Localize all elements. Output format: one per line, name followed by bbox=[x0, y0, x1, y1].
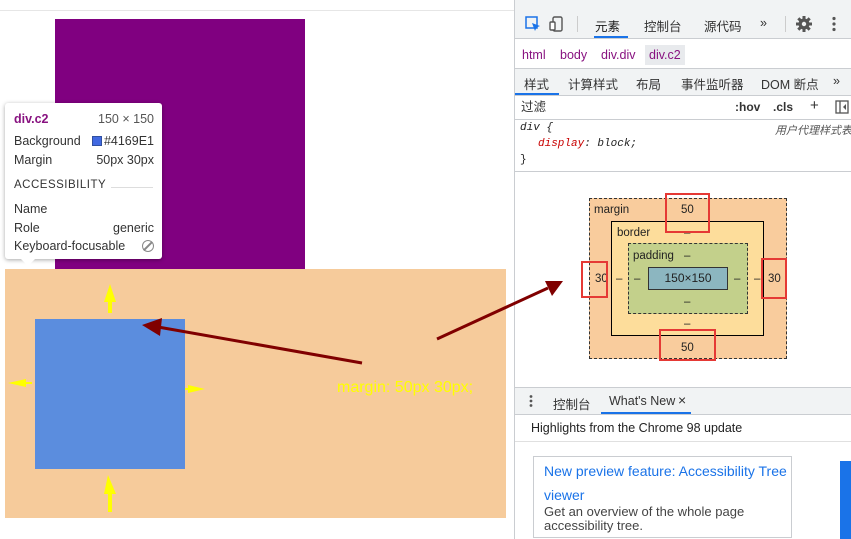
more-tabs-button[interactable]: » bbox=[760, 16, 767, 30]
padding-left-value[interactable]: – bbox=[634, 273, 640, 285]
drawer-tabbar: 控制台 What's New × bbox=[515, 387, 851, 415]
toolbar-separator bbox=[577, 16, 578, 32]
card-description: Get an overview of the whole page access… bbox=[544, 504, 745, 533]
div-c2-box[interactable] bbox=[35, 319, 185, 469]
toolbar-separator bbox=[785, 16, 786, 32]
active-tab-indicator bbox=[594, 36, 628, 38]
drawer-tab-console[interactable]: 控制台 bbox=[553, 394, 591, 413]
rule-property-value: block; bbox=[597, 138, 638, 150]
tooltip-margin-label: Margin bbox=[14, 153, 53, 167]
css-rule-block: div { 用户代理样式表 display: block; } bbox=[520, 122, 851, 170]
padding-top-value[interactable]: – bbox=[684, 250, 690, 262]
gear-icon[interactable] bbox=[795, 15, 813, 33]
cls-button[interactable]: .cls bbox=[773, 100, 793, 114]
box-model-padding-label: padding bbox=[633, 250, 674, 262]
tab-console[interactable]: 控制台 bbox=[644, 16, 682, 35]
blocked-icon bbox=[142, 240, 154, 252]
inspect-cursor-icon[interactable] bbox=[524, 15, 542, 33]
page-viewport: margin: 50px 30px; div.c2 150 × 150 Back… bbox=[0, 0, 514, 539]
card-title-link[interactable]: New preview feature: Accessibility Tree … bbox=[544, 459, 789, 507]
rule-selector[interactable]: div { bbox=[520, 122, 553, 134]
section-divider bbox=[515, 441, 851, 442]
rule-close-brace: } bbox=[520, 154, 527, 166]
subtab-styles[interactable]: 样式 bbox=[524, 74, 549, 93]
highlight-margin-bottom bbox=[659, 329, 716, 361]
kebab-menu-icon[interactable] bbox=[525, 394, 537, 408]
subtab-layout[interactable]: 布局 bbox=[636, 74, 661, 93]
tooltip-name-label: Name bbox=[14, 202, 48, 216]
tooltip-accessibility-heading: ACCESSIBILITY bbox=[14, 179, 107, 191]
devtools-toolbar: 元素 控制台 源代码 » bbox=[515, 10, 851, 39]
tooltip-role-label: Role bbox=[14, 221, 40, 235]
breadcrumb-html[interactable]: html bbox=[522, 48, 546, 62]
whats-new-card[interactable]: New preview feature: Accessibility Tree … bbox=[533, 456, 792, 538]
page-top-border bbox=[0, 10, 514, 11]
rule-origin: 用户代理样式表 bbox=[775, 125, 851, 137]
tooltip-size: 150 × 150 bbox=[98, 112, 154, 126]
toggle-sidebar-icon[interactable] bbox=[835, 100, 849, 114]
tooltip-divider bbox=[111, 187, 153, 188]
border-left-value[interactable]: – bbox=[616, 273, 622, 285]
active-drawer-tab-indicator bbox=[601, 412, 691, 414]
breadcrumb-body[interactable]: body bbox=[560, 48, 587, 62]
rule-declaration[interactable]: display: block; bbox=[538, 138, 637, 150]
subtab-more-button[interactable]: » bbox=[833, 74, 840, 88]
tooltip-margin-value: 50px 30px bbox=[96, 153, 154, 167]
add-rule-button[interactable]: + bbox=[810, 97, 819, 114]
tab-elements[interactable]: 元素 bbox=[595, 16, 620, 35]
styles-subtabs: 样式 计算样式 布局 事件监听器 DOM 断点 » bbox=[515, 68, 851, 96]
filter-input[interactable] bbox=[521, 98, 725, 116]
border-right-value[interactable]: – bbox=[754, 273, 760, 285]
drawer-tab-whats-new[interactable]: What's New bbox=[609, 394, 675, 408]
section-divider bbox=[515, 171, 851, 172]
tooltip-role-value: generic bbox=[113, 221, 154, 235]
tooltip-background-value: #4169E1 bbox=[103, 134, 154, 148]
padding-right-value[interactable]: – bbox=[734, 273, 740, 285]
inspect-tooltip: div.c2 150 × 150 Background #4169E1 Marg… bbox=[5, 103, 162, 266]
box-model-content[interactable]: 150×150 bbox=[648, 267, 728, 290]
whats-new-heading: Highlights from the Chrome 98 update bbox=[531, 421, 743, 435]
highlight-margin-right bbox=[761, 258, 787, 299]
device-toggle-icon[interactable] bbox=[549, 15, 567, 33]
breadcrumb-div-c2[interactable]: div.c2 bbox=[645, 45, 685, 65]
breadcrumb-div-div[interactable]: div.div bbox=[601, 48, 636, 62]
devtools-top-trim bbox=[515, 0, 851, 10]
color-swatch bbox=[91, 136, 102, 146]
kebab-menu-icon[interactable] bbox=[825, 15, 843, 33]
padding-bottom-value[interactable]: – bbox=[684, 296, 690, 308]
tooltip-keyboard-label: Keyboard-focusable bbox=[14, 239, 126, 253]
tooltip-tag: div.c2 bbox=[14, 112, 49, 126]
tab-sources[interactable]: 源代码 bbox=[704, 16, 742, 35]
close-whats-new-button[interactable]: × bbox=[678, 392, 686, 408]
subtab-event-listeners[interactable]: 事件监听器 bbox=[681, 74, 744, 93]
highlight-margin-top bbox=[665, 193, 710, 233]
hov-button[interactable]: :hov bbox=[735, 100, 760, 114]
subtab-computed[interactable]: 计算样式 bbox=[568, 74, 618, 93]
highlight-margin-left bbox=[581, 261, 608, 298]
devtools-panel: 元素 控制台 源代码 » html body div.div div.c2 样式… bbox=[514, 0, 851, 539]
styles-filter-bar: :hov .cls + bbox=[515, 95, 851, 120]
rule-property-name: display bbox=[538, 138, 585, 150]
breadcrumb: html body div.div div.c2 bbox=[515, 44, 851, 66]
box-model-margin-label: margin bbox=[594, 204, 630, 216]
margin-annotation-text: margin: 50px 30px; bbox=[337, 379, 474, 396]
box-model-border-label: border bbox=[617, 227, 651, 239]
tooltip-background-label: Background bbox=[14, 134, 81, 148]
subtab-dom-breakpoints[interactable]: DOM 断点 bbox=[761, 74, 819, 93]
feature-thumbnail bbox=[840, 461, 851, 539]
